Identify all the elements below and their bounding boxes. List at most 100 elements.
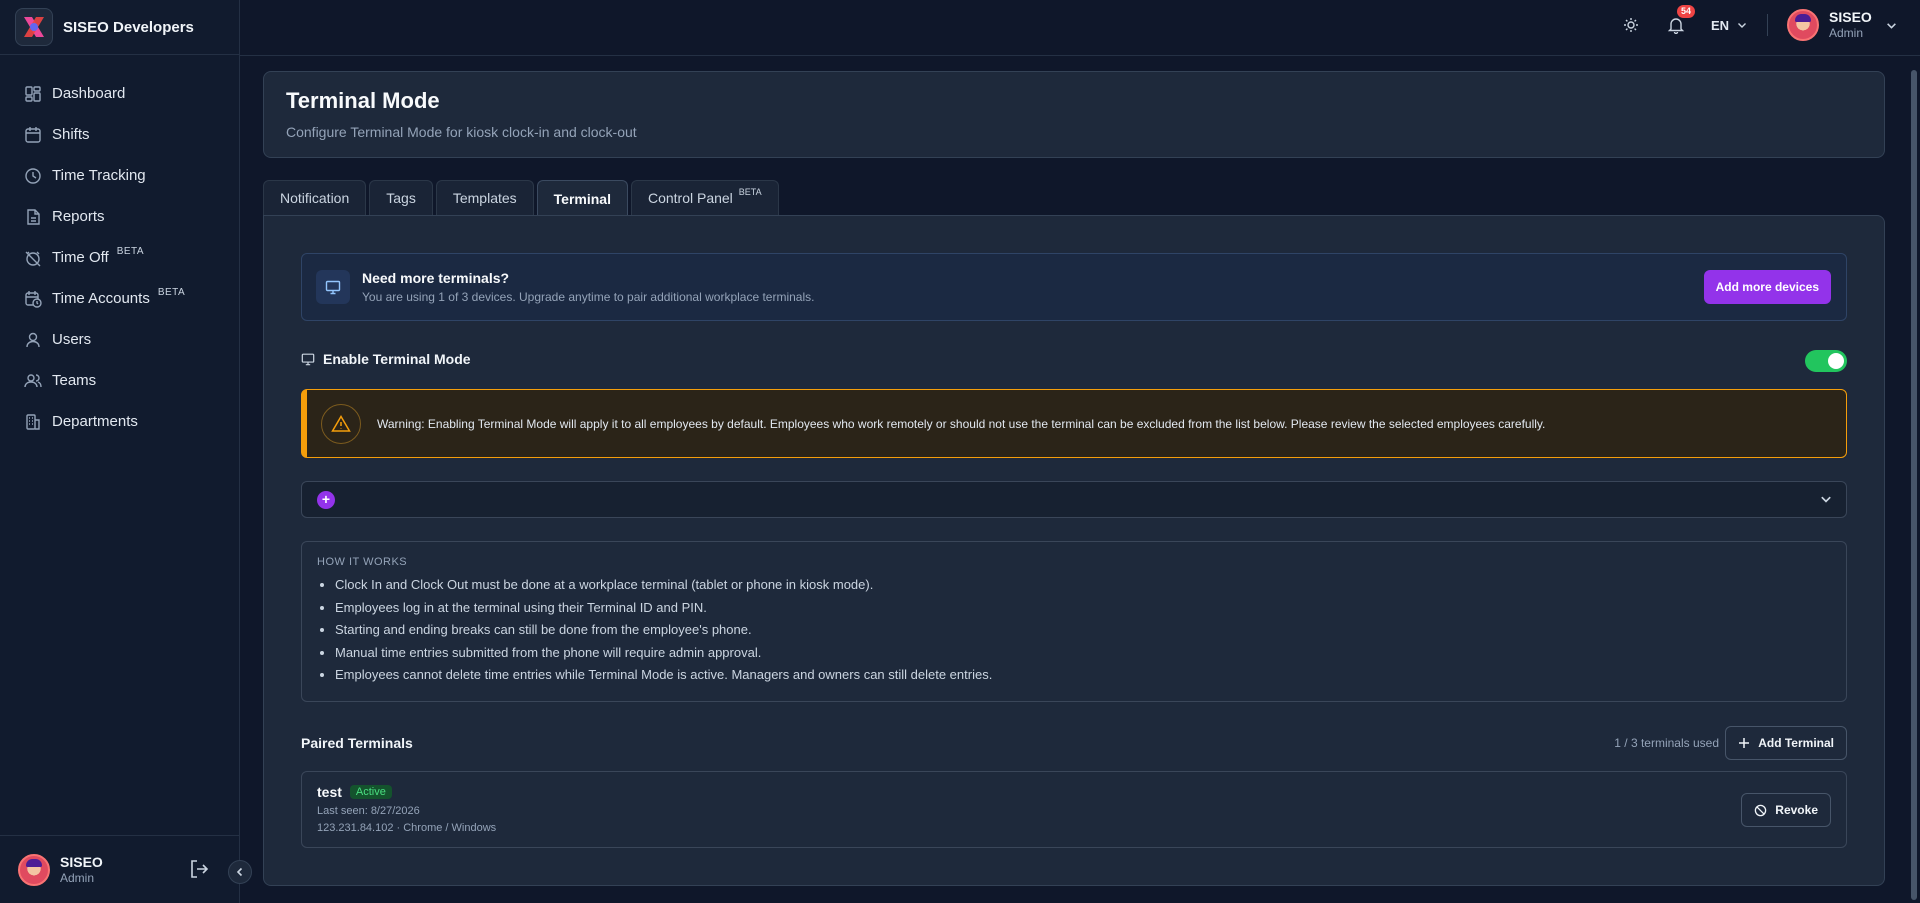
upsell-banner: Need more terminals? You are using 1 of …: [301, 253, 1847, 321]
clock-icon: [25, 167, 41, 184]
notifications-button[interactable]: 54: [1667, 0, 1696, 50]
sidebar-item-users[interactable]: Users: [0, 319, 239, 360]
sidebar: SISEO Developers Dashboard Shifts Time T…: [0, 0, 240, 903]
beta-badge: BETA: [738, 187, 762, 197]
brand: SISEO Developers: [0, 0, 239, 55]
page-title: Terminal Mode: [286, 88, 440, 113]
upsell-title: Need more terminals?: [362, 270, 510, 286]
list-item: Employees log in at the terminal using t…: [317, 597, 1831, 620]
paired-terminals-title: Paired Terminals: [301, 735, 413, 751]
terminal-settings-panel: Need more terminals? You are using 1 of …: [263, 215, 1885, 886]
user-role: Admin: [1829, 26, 1864, 40]
list-item: Starting and ending breaks can still be …: [317, 619, 1831, 642]
beta-badge: BETA: [157, 287, 186, 298]
logo-icon: [24, 17, 44, 37]
list-item: Clock In and Clock Out must be done at a…: [317, 574, 1831, 597]
upsell-description: You are using 1 of 3 devices. Upgrade an…: [362, 290, 815, 304]
page-scrollbar[interactable]: [1908, 56, 1920, 903]
sidebar-item-label: Departments: [52, 413, 138, 430]
avatar: [1787, 9, 1819, 41]
settings-tabs: Notification Tags Templates Terminal Con…: [263, 180, 782, 216]
tab-control-panel[interactable]: Control Panel BETA: [630, 180, 779, 215]
sidebar-item-shifts[interactable]: Shifts: [0, 114, 239, 155]
brand-logo[interactable]: [15, 8, 53, 46]
tab-templates[interactable]: Templates: [435, 180, 534, 215]
tab-label: Notification: [280, 190, 350, 206]
sidebar-item-label: Shifts: [52, 126, 90, 143]
logout-icon: [191, 860, 209, 878]
ban-icon: [1755, 804, 1767, 816]
warning-icon: [321, 403, 361, 444]
revoke-button[interactable]: Revoke: [1741, 793, 1831, 827]
theme-toggle-button[interactable]: [1623, 0, 1639, 50]
sidebar-item-label: Time Accounts: [52, 290, 150, 307]
topbar-user: SISEO Admin: [1829, 9, 1872, 41]
sidebar-item-teams[interactable]: Teams: [0, 360, 239, 401]
sidebar-item-label: Reports: [52, 208, 105, 225]
sidebar-footer: SISEO Admin: [0, 835, 240, 903]
language-selector[interactable]: EN: [1711, 0, 1747, 50]
how-it-works-box: HOW IT WORKS Clock In and Clock Out must…: [301, 541, 1847, 702]
sidebar-item-dashboard[interactable]: Dashboard: [0, 73, 239, 114]
upsell-text: Need more terminals? You are using 1 of …: [362, 270, 814, 304]
sidebar-item-time-off[interactable]: Time Off BETA: [0, 237, 239, 278]
chevron-left-icon: [236, 867, 243, 877]
avatar[interactable]: [18, 853, 50, 886]
page-header: Terminal Mode Configure Terminal Mode fo…: [263, 71, 1885, 158]
tab-tags[interactable]: Tags: [369, 180, 433, 215]
file-icon: [27, 208, 40, 225]
sidebar-nav: Dashboard Shifts Time Tracking Reports T…: [0, 55, 239, 442]
paired-terminals-header: Paired Terminals 1 / 3 terminals used Ad…: [301, 726, 1847, 760]
sidebar-item-label: Dashboard: [52, 85, 126, 102]
sidebar-item-label: Users: [52, 331, 92, 348]
enable-terminal-row: Enable Terminal Mode: [301, 343, 1847, 375]
sidebar-item-time-tracking[interactable]: Time Tracking: [0, 155, 239, 196]
sidebar-item-time-accounts[interactable]: Time Accounts BETA: [0, 278, 239, 319]
alarm-off-icon: [25, 251, 41, 266]
plus-icon: [1739, 738, 1750, 748]
warning-alert: Warning: Enabling Terminal Mode will app…: [301, 389, 1847, 458]
terminal-last-seen: Last seen: 8/27/2026: [317, 805, 420, 817]
plus-icon[interactable]: +: [317, 491, 335, 509]
user-icon: [26, 332, 40, 347]
scrollbar-thumb[interactable]: [1911, 70, 1917, 900]
add-terminal-label: Add Terminal: [1758, 736, 1834, 750]
user-menu[interactable]: SISEO Admin: [1787, 0, 1897, 50]
user-role: Admin: [60, 870, 95, 885]
user-name: SISEO: [1829, 9, 1872, 25]
list-item: Manual time entries submitted from the p…: [317, 642, 1831, 665]
sidebar-item-reports[interactable]: Reports: [0, 196, 239, 237]
topbar-divider: [1767, 14, 1768, 36]
add-terminal-button[interactable]: Add Terminal: [1725, 726, 1847, 760]
sidebar-item-departments[interactable]: Departments: [0, 401, 239, 442]
sidebar-collapse-button[interactable]: [228, 860, 252, 884]
sidebar-item-label: Time Off: [52, 249, 109, 266]
notification-count-badge: 54: [1677, 5, 1696, 18]
calendar-icon: [25, 126, 41, 143]
sidebar-item-label: Time Tracking: [52, 167, 146, 184]
calendar-clock-icon: [25, 290, 42, 308]
status-badge: Active: [349, 785, 392, 799]
employee-exclusion-selector[interactable]: +: [301, 481, 1847, 518]
tab-terminal[interactable]: Terminal: [536, 180, 628, 216]
beta-badge: BETA: [116, 246, 145, 257]
users-icon: [24, 373, 42, 387]
tab-label: Control Panel: [647, 190, 733, 206]
how-it-works-title: HOW IT WORKS: [317, 556, 408, 568]
enable-terminal-toggle[interactable]: [1805, 350, 1847, 372]
add-more-devices-button[interactable]: Add more devices: [1703, 270, 1831, 304]
terminal-row: test Active Last seen: 8/27/2026 123.231…: [301, 771, 1847, 848]
sidebar-item-label: Teams: [52, 372, 97, 389]
logout-button[interactable]: [188, 858, 210, 880]
user-name: SISEO: [60, 853, 103, 870]
building-icon: [26, 413, 40, 430]
language-label: EN: [1711, 17, 1730, 33]
chevron-down-icon: [1886, 22, 1896, 29]
topbar: 54 EN SISEO Admin: [240, 0, 1920, 56]
warning-text: Warning: Enabling Terminal Mode will app…: [377, 416, 1546, 431]
tab-notification[interactable]: Notification: [263, 180, 367, 215]
how-it-works-list: Clock In and Clock Out must be done at a…: [317, 574, 1831, 687]
list-item: Employees cannot delete time entries whi…: [317, 664, 1831, 687]
terminal-heading: test Active: [317, 784, 1831, 800]
terminal-details: 123.231.84.102 · Chrome / Windows: [317, 822, 497, 834]
